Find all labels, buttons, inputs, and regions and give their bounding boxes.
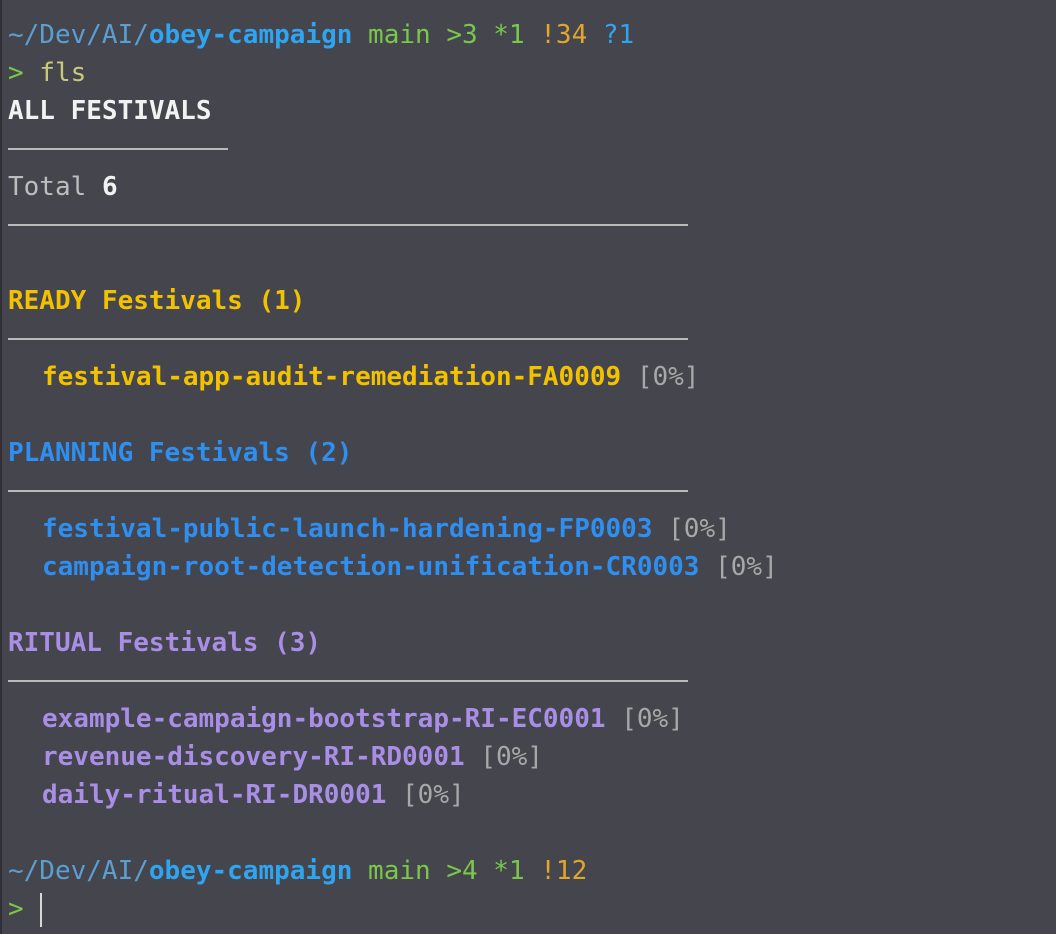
total-divider <box>8 206 1056 244</box>
festival-item: example-campaign-bootstrap-RI-EC0001 [0%… <box>8 700 1056 738</box>
group-count: (2) <box>305 438 353 468</box>
group-status: READY <box>8 286 87 316</box>
festival-item: revenue-discovery-RI-RD0001 [0%] <box>8 738 1056 776</box>
festival-progress: [0%] <box>480 742 543 772</box>
text-cursor <box>39 892 42 927</box>
git-prompt-line: ~/Dev/AI/obey-campaign main >4 *1 !12 <box>8 852 1056 890</box>
festival-name: example-campaign-bootstrap-RI-EC0001 <box>42 704 606 734</box>
prompt-modified-count: !12 <box>540 856 588 886</box>
festival-item: festival-public-launch-hardening-FP0003 … <box>8 510 1056 548</box>
festival-name: daily-ritual-RI-DR0001 <box>42 780 387 810</box>
group-label: Festivals <box>117 628 259 658</box>
prompt-repo: obey-campaign <box>148 856 353 886</box>
group-divider <box>8 662 1056 700</box>
prompt-path: ~/Dev/AI/ <box>8 20 149 50</box>
prompt-repo: obey-campaign <box>148 20 353 50</box>
total-value: 6 <box>101 172 118 202</box>
festival-item: campaign-root-detection-unification-CR00… <box>8 548 1056 586</box>
prompt-stash-count: *1 <box>493 20 525 50</box>
group-divider <box>8 320 1056 358</box>
festival-item: festival-app-audit-remediation-FA0009 [0… <box>8 358 1056 396</box>
total-line: Total 6 <box>8 168 1056 206</box>
prompt-branch: main <box>368 20 431 50</box>
group-label: Festivals <box>101 286 243 316</box>
git-prompt-line: ~/Dev/AI/obey-campaign main >3 *1 !34 ?1 <box>8 16 1056 54</box>
festival-progress: [0%] <box>668 514 731 544</box>
command-line: > fls <box>8 54 1056 92</box>
prompt-stash-count: *1 <box>493 856 525 886</box>
title-text: ALL FESTIVALS <box>8 96 212 126</box>
festival-progress: [0%] <box>402 780 465 810</box>
command-input-line[interactable]: > <box>8 890 1056 928</box>
title-underline <box>8 130 1056 168</box>
prompt-ahead-count: >3 <box>446 20 478 50</box>
group-count: (1) <box>258 286 306 316</box>
group-status: RITUAL <box>8 628 102 658</box>
festival-progress: [0%] <box>715 552 778 582</box>
prompt-ahead-count: >4 <box>446 856 478 886</box>
terminal-window[interactable]: ~/Dev/AI/obey-campaign main >3 *1 !34 ?1… <box>0 0 1056 934</box>
festival-item: daily-ritual-RI-DR0001 [0%] <box>8 776 1056 814</box>
group-divider <box>8 472 1056 510</box>
festival-progress: [0%] <box>621 704 684 734</box>
prompt-untracked-count: ?1 <box>602 20 635 50</box>
prompt-char: > <box>8 894 24 924</box>
festival-name: festival-public-launch-hardening-FP0003 <box>42 514 653 544</box>
prompt-branch: main <box>368 856 431 886</box>
output-title: ALL FESTIVALS <box>8 92 1056 130</box>
group-header-ritual: RITUAL Festivals (3) <box>8 624 1056 662</box>
festival-name: festival-app-audit-remediation-FA0009 <box>42 362 622 392</box>
group-status: PLANNING <box>8 438 134 468</box>
festival-progress: [0%] <box>636 362 700 392</box>
prompt-modified-count: !34 <box>540 20 588 50</box>
group-label: Festivals <box>148 438 290 468</box>
prompt-path: ~/Dev/AI/ <box>8 856 149 886</box>
command-text: fls <box>39 58 87 88</box>
festival-name: campaign-root-detection-unification-CR00… <box>42 552 700 582</box>
festival-name: revenue-discovery-RI-RD0001 <box>42 742 465 772</box>
group-header-planning: PLANNING Festivals (2) <box>8 434 1056 472</box>
group-header-ready: READY Festivals (1) <box>8 282 1056 320</box>
total-label: Total <box>8 172 87 202</box>
prompt-char: > <box>8 58 24 88</box>
group-count: (3) <box>274 628 322 658</box>
